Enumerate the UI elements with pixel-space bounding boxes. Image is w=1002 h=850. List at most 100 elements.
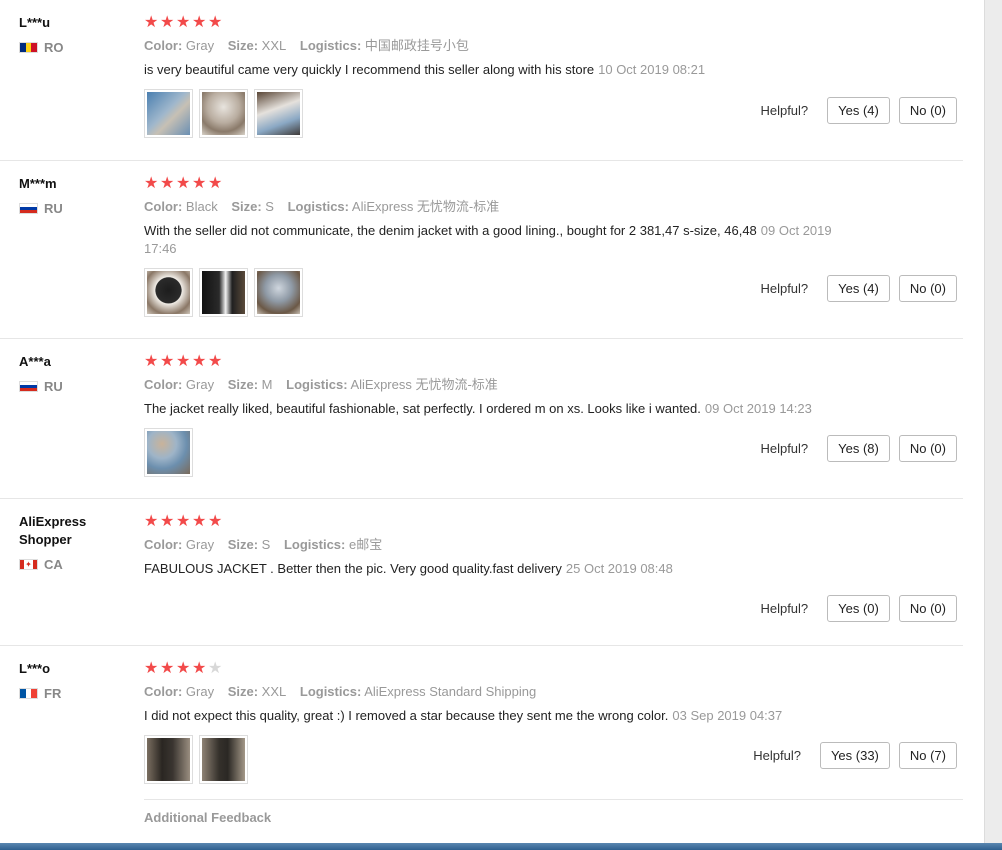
order-info: Color: Black Size: S Logistics: AliExpre… (144, 198, 959, 216)
helpful-label: Helpful? (753, 748, 801, 763)
star-rating: ★ ★ ★ ★ ★ (144, 14, 959, 32)
reviewer-info: L***o FR (19, 660, 134, 701)
logistics-value: 中国邮政挂号小包 (364, 38, 469, 53)
review-date: 03 Sep 2019 04:37 (672, 708, 783, 723)
size-label: Size: (227, 377, 259, 392)
reviewer-name: A***a (19, 354, 51, 369)
review-photo-thumbnail[interactable] (254, 268, 303, 317)
review-item: M***m RU ★ ★ ★ ★ ★ Color: Black Size: S Logi… (0, 161, 963, 339)
star-icon: ★ (160, 513, 175, 530)
logistics-label: Logistics: (286, 377, 348, 392)
review-photo-thumbnail[interactable] (199, 89, 248, 138)
feedback-list: L***u RO ★ ★ ★ ★ ★ Color: Gray Size: XXL Log… (0, 0, 984, 850)
helpful-label: Helpful? (760, 601, 809, 616)
size-value: XXL (261, 684, 287, 699)
flag-icon (19, 203, 38, 214)
review-date: 10 Oct 2019 08:21 (598, 62, 706, 77)
logistics-value: e邮宝 (349, 537, 383, 552)
review-text: is very beautiful came very quickly I re… (144, 61, 844, 79)
helpful-vote: Helpful? Yes (33) No (7) (753, 742, 957, 769)
color-value: Gray (185, 537, 215, 552)
reviewer-info: A***a RU (19, 353, 134, 394)
size-value: S (265, 199, 274, 214)
country-code: RU (44, 201, 63, 216)
star-icon: ★ (144, 14, 159, 31)
review-body: The jacket really liked, beautiful fashi… (144, 401, 701, 416)
review-item: A***a RU ★ ★ ★ ★ ★ Color: Gray Size: M Logis… (0, 339, 963, 499)
review-date: 09 Oct 2019 14:23 (704, 401, 812, 416)
star-icon: ★ (176, 660, 191, 677)
helpful-yes-button[interactable]: Yes (4) (827, 275, 890, 302)
color-label: Color: (144, 537, 183, 552)
color-value: Gray (185, 684, 215, 699)
review-body: With the seller did not communicate, the… (144, 223, 757, 238)
helpful-no-button[interactable]: No (0) (898, 275, 957, 302)
star-icon: ★ (144, 513, 159, 530)
reviewer-country: RU (19, 379, 134, 394)
reviewer-country: FR (19, 686, 134, 701)
reviewer-name: L***o (19, 661, 51, 676)
color-value: Gray (185, 377, 215, 392)
reviewer-info: L***u RO (19, 14, 134, 55)
star-rating: ★ ★ ★ ★ ★ (144, 175, 959, 193)
helpful-label: Helpful? (760, 441, 809, 456)
divider (144, 799, 963, 800)
star-icon: ★ (192, 660, 207, 677)
review-content: ★ ★ ★ ★ ★ Color: Gray Size: S Logistics: e邮宝… (144, 513, 959, 578)
helpful-label: Helpful? (760, 103, 809, 118)
logistics-value: AliExpress 无忧物流-标准 (350, 377, 498, 392)
flag-icon (19, 42, 38, 53)
helpful-no-button[interactable]: No (0) (898, 435, 957, 462)
helpful-vote: Helpful? Yes (4) No (0) (760, 275, 957, 302)
helpful-yes-button[interactable]: Yes (33) (819, 742, 890, 769)
star-icon: ★ (192, 14, 207, 31)
star-icon: ★ (144, 660, 159, 677)
star-icon: ★ (208, 353, 223, 370)
review-text: FABULOUS JACKET . Better then the pic. V… (144, 560, 844, 578)
review-body: I did not expect this quality, great :) … (144, 708, 669, 723)
flag-icon (19, 688, 38, 699)
review-photo-thumbnail[interactable] (144, 735, 193, 784)
star-icon: ★ (160, 14, 175, 31)
order-info: Color: Gray Size: S Logistics: e邮宝 (144, 536, 959, 554)
helpful-no-button[interactable]: No (7) (898, 742, 957, 769)
review-photo-thumbnail[interactable] (144, 428, 193, 477)
review-photo-thumbnail[interactable] (199, 735, 248, 784)
review-item: AliExpress Shopper ✦ CA ★ ★ ★ ★ ★ Color: Gra… (0, 499, 963, 646)
size-label: Size: (227, 537, 259, 552)
size-value: XXL (261, 38, 287, 53)
star-icon: ★ (208, 175, 223, 192)
helpful-no-button[interactable]: No (0) (898, 595, 957, 622)
helpful-yes-button[interactable]: Yes (4) (827, 97, 890, 124)
size-label: Size: (231, 199, 262, 214)
star-icon: ★ (160, 660, 175, 677)
review-body: FABULOUS JACKET . Better then the pic. V… (144, 561, 562, 576)
star-icon: ★ (192, 353, 207, 370)
star-icon: ★ (208, 14, 223, 31)
color-label: Color: (144, 199, 183, 214)
review-text: With the seller did not communicate, the… (144, 222, 844, 258)
logistics-label: Logistics: (283, 537, 346, 552)
color-value: Gray (185, 38, 215, 53)
review-photo-thumbnail[interactable] (144, 89, 193, 138)
star-rating: ★ ★ ★ ★ ★ (144, 353, 959, 371)
logistics-label: Logistics: (299, 38, 362, 53)
review-photo-thumbnail[interactable] (144, 268, 193, 317)
flag-icon (19, 381, 38, 392)
size-label: Size: (227, 38, 259, 53)
page-scroll-gutter (984, 0, 1002, 850)
review-photo-thumbnail[interactable] (254, 89, 303, 138)
review-text: The jacket really liked, beautiful fashi… (144, 400, 884, 418)
review-photo-thumbnail[interactable] (199, 268, 248, 317)
star-icon: ★ (144, 175, 159, 192)
logistics-value: AliExpress 无忧物流-标准 (351, 199, 500, 214)
helpful-yes-button[interactable]: Yes (8) (827, 435, 890, 462)
review-body: is very beautiful came very quickly I re… (144, 62, 595, 77)
country-code: RU (44, 379, 63, 394)
logistics-label: Logistics: (287, 199, 349, 214)
order-info: Color: Gray Size: XXL Logistics: 中国邮政挂号小… (144, 37, 959, 55)
star-icon: ★ (176, 353, 191, 370)
helpful-no-button[interactable]: No (0) (898, 97, 957, 124)
helpful-yes-button[interactable]: Yes (0) (827, 595, 890, 622)
color-label: Color: (144, 377, 183, 392)
